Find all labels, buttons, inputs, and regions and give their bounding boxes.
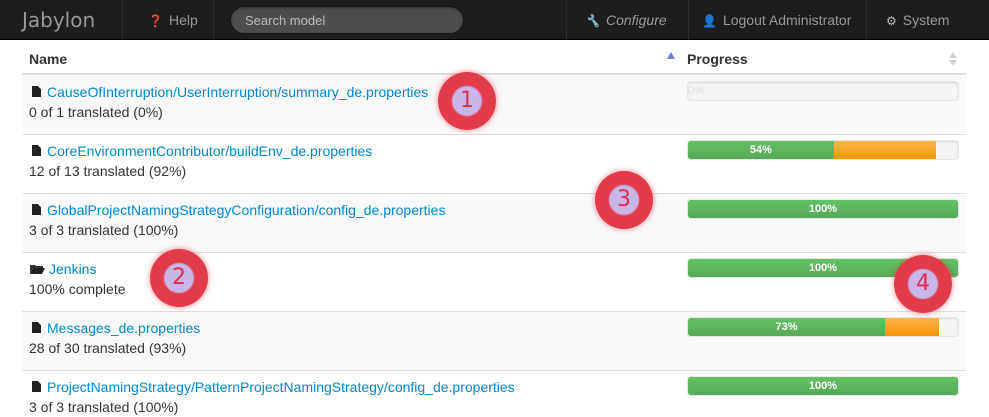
question-circle-icon: ❓ [148, 14, 163, 28]
file-link[interactable]: CoreEnvironmentContributor/buildEnv_de.p… [47, 143, 372, 159]
translation-status: 0 of 1 translated (0%) [29, 104, 163, 120]
progress-bar: 73% [687, 317, 959, 337]
translation-status: 28 of 30 translated (93%) [29, 340, 187, 356]
logout-link[interactable]: 👤 Logout Administrator [702, 0, 851, 40]
file-icon [32, 86, 41, 97]
file-icon [32, 145, 41, 156]
help-link[interactable]: ❓ Help [148, 0, 198, 40]
brand-logo[interactable]: Jabylon [22, 8, 95, 32]
table-row: GlobalProjectNamingStrategyConfiguration… [22, 194, 966, 253]
search-input[interactable] [230, 6, 464, 34]
help-label: Help [168, 12, 198, 28]
configure-label: Configure [605, 12, 667, 28]
progress-complete: 100% [688, 200, 958, 218]
system-link[interactable]: ⚙ System [886, 0, 949, 40]
translation-status: 3 of 3 translated (100%) [29, 222, 179, 238]
translation-status: 3 of 3 translated (100%) [29, 399, 179, 415]
folder-link[interactable]: Jenkins [49, 261, 96, 277]
nav-divider [866, 0, 867, 40]
file-link[interactable]: ProjectNamingStrategy/PatternProjectNami… [47, 379, 515, 395]
configure-link[interactable]: 🔧 Configure [585, 0, 667, 40]
file-link[interactable]: GlobalProjectNamingStrategyConfiguration… [47, 202, 445, 218]
progress-fuzzy [833, 141, 937, 159]
progress-bar: 100% [687, 199, 959, 219]
logout-label: Logout Administrator [722, 12, 852, 28]
nav-divider [566, 0, 567, 40]
progress-bar: 0% [687, 81, 959, 101]
table-row: CoreEnvironmentContributor/buildEnv_de.p… [22, 135, 966, 194]
progress-label: 0% [688, 85, 704, 97]
top-navbar: Jabylon ❓ Help 🔧 Configure 👤 Logout Adminis… [0, 0, 989, 40]
translation-status: 12 of 13 translated (92%) [29, 163, 187, 179]
nav-divider [213, 0, 214, 40]
table-header: Name Progress [22, 40, 966, 75]
annotation-marker: 2 [150, 249, 208, 307]
file-icon [32, 322, 41, 333]
annotation-marker: 4 [894, 255, 952, 313]
progress-complete: 73% [688, 318, 886, 336]
sort-ascending-icon[interactable] [667, 52, 675, 59]
translation-status: 100% complete [29, 281, 126, 297]
nav-divider [688, 0, 689, 40]
progress-complete: 54% [688, 141, 834, 159]
progress-fuzzy [885, 318, 940, 336]
file-icon [32, 381, 41, 392]
nav-divider [122, 0, 123, 40]
wrench-icon: 🔧 [585, 14, 600, 28]
user-icon: 👤 [702, 14, 717, 28]
system-label: System [902, 12, 950, 28]
table-row: Messages_de.properties 28 of 30 translate… [22, 312, 966, 371]
progress-bar: 100% [687, 376, 959, 396]
annotation-marker: 3 [595, 171, 653, 229]
file-link[interactable]: Messages_de.properties [47, 320, 200, 336]
table-row: ProjectNamingStrategy/PatternProjectNami… [22, 371, 966, 417]
file-link[interactable]: CauseOfInterruption/UserInterruption/sum… [47, 84, 428, 100]
progress-complete: 100% [688, 377, 958, 395]
file-icon [32, 204, 41, 215]
column-header-name[interactable]: Name [29, 51, 67, 67]
sort-both-icon[interactable] [949, 52, 957, 68]
folder-open-icon [30, 265, 45, 274]
gear-icon: ⚙ [886, 14, 897, 28]
annotation-marker: 1 [438, 72, 496, 130]
column-header-progress[interactable]: Progress [687, 51, 748, 67]
progress-bar: 54% [687, 140, 959, 160]
